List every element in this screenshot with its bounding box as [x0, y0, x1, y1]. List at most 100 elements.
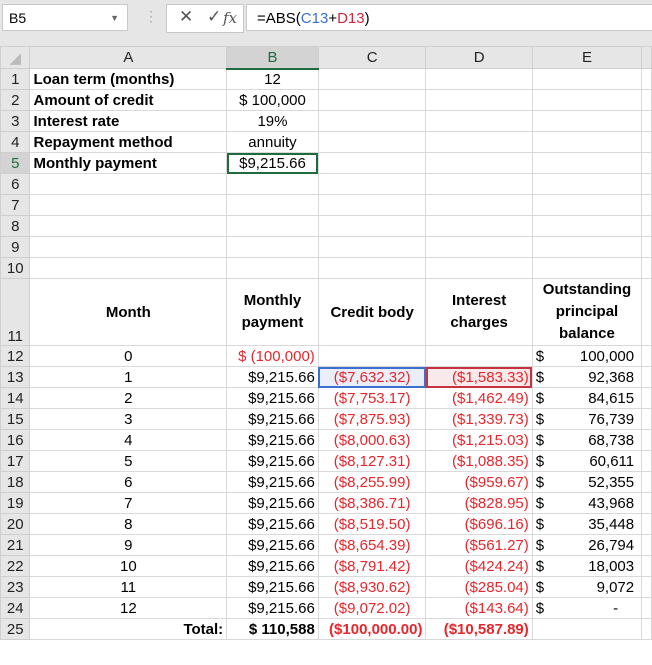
credit-body-cell[interactable]: ($9,072.02) [317, 597, 427, 619]
row-header[interactable]: 16 [0, 429, 31, 451]
header-month[interactable]: Month [29, 278, 228, 346]
cell[interactable] [317, 215, 427, 237]
column-header-f[interactable] [641, 46, 652, 69]
month-cell[interactable]: 10 [29, 555, 228, 577]
cell[interactable] [531, 215, 643, 237]
payment-cell[interactable]: $9,215.66 [226, 366, 319, 388]
name-box[interactable]: B5 ▼ [2, 4, 128, 31]
balance-cell[interactable]: $100,000 [531, 345, 643, 367]
balance-cell[interactable]: $76,739 [531, 408, 643, 430]
cell[interactable] [226, 194, 319, 216]
cell[interactable] [317, 68, 427, 90]
cell[interactable] [641, 257, 652, 279]
cell[interactable] [531, 110, 643, 132]
cell[interactable] [641, 576, 652, 598]
cell[interactable] [531, 618, 643, 640]
row-header[interactable]: 5 [0, 152, 31, 174]
cell[interactable] [29, 173, 228, 195]
balance-cell[interactable]: $26,794 [531, 534, 643, 556]
balance-cell[interactable]: $84,615 [531, 387, 643, 409]
row-header[interactable]: 12 [0, 345, 31, 367]
spreadsheet-grid[interactable]: ◢ A B C D E 1 Loan term (months) 12 2 Am… [0, 46, 652, 640]
balance-cell[interactable]: $68,738 [531, 429, 643, 451]
balance-cell[interactable]: $35,448 [531, 513, 643, 535]
cell[interactable] [641, 194, 652, 216]
header-outstanding-balance[interactable]: Outstanding principal balance [531, 278, 643, 346]
cell[interactable] [425, 152, 533, 174]
interest-cell[interactable]: ($1,339.73) [425, 408, 533, 430]
column-header-e[interactable]: E [531, 46, 643, 69]
credit-body-cell[interactable]: ($8,519.50) [317, 513, 427, 535]
credit-body-cell[interactable]: ($7,875.93) [317, 408, 427, 430]
interest-cell[interactable] [425, 345, 533, 367]
row-header[interactable]: 18 [0, 471, 31, 493]
enter-icon[interactable]: ✓ [207, 7, 221, 27]
chevron-down-icon[interactable]: ▼ [110, 5, 119, 32]
credit-body-cell[interactable]: ($8,791.42) [317, 555, 427, 577]
cell[interactable] [531, 68, 643, 90]
param-value[interactable]: 19% [226, 110, 319, 132]
payment-cell[interactable]: $9,215.66 [226, 429, 319, 451]
cell[interactable] [641, 471, 652, 493]
cell[interactable] [29, 194, 228, 216]
cell[interactable] [425, 89, 533, 111]
month-cell[interactable]: 3 [29, 408, 228, 430]
month-cell[interactable]: 11 [29, 576, 228, 598]
column-header-a[interactable]: A [29, 46, 228, 69]
column-header-d[interactable]: D [425, 46, 533, 69]
param-label[interactable]: Amount of credit [29, 89, 228, 111]
cell[interactable] [29, 215, 228, 237]
interest-cell[interactable]: ($143.64) [425, 597, 533, 619]
cell[interactable] [641, 555, 652, 577]
payment-cell[interactable]: $9,215.66 [226, 534, 319, 556]
cell[interactable] [531, 89, 643, 111]
cell[interactable] [641, 278, 652, 346]
balance-cell[interactable]: $60,611 [531, 450, 643, 472]
row-header[interactable]: 14 [0, 387, 31, 409]
row-header[interactable]: 11 [0, 278, 31, 346]
cell[interactable] [641, 215, 652, 237]
cell[interactable] [641, 534, 652, 556]
param-label[interactable]: Monthly payment [29, 152, 228, 174]
cell[interactable] [29, 257, 228, 279]
cell[interactable] [531, 152, 643, 174]
cell[interactable] [641, 492, 652, 514]
cell[interactable] [531, 236, 643, 258]
cancel-icon[interactable]: ✕ [179, 7, 193, 27]
payment-cell[interactable]: $9,215.66 [226, 513, 319, 535]
row-header[interactable]: 21 [0, 534, 31, 556]
balance-cell[interactable]: $52,355 [531, 471, 643, 493]
interest-cell[interactable]: ($1,088.35) [425, 450, 533, 472]
row-header[interactable]: 13 [0, 366, 31, 388]
param-value[interactable]: $ 100,000 [226, 89, 319, 111]
cell[interactable] [226, 215, 319, 237]
interest-cell[interactable]: ($959.67) [425, 471, 533, 493]
row-header[interactable]: 6 [0, 173, 31, 195]
param-label[interactable]: Loan term (months) [29, 68, 228, 90]
row-header[interactable]: 10 [0, 257, 31, 279]
row-header[interactable]: 22 [0, 555, 31, 577]
cell[interactable] [317, 131, 427, 153]
credit-body-cell[interactable]: ($8,654.39) [317, 534, 427, 556]
cell[interactable] [641, 89, 652, 111]
payment-cell[interactable]: $9,215.66 [226, 492, 319, 514]
row-header[interactable]: 19 [0, 492, 31, 514]
cell[interactable] [226, 257, 319, 279]
row-header[interactable]: 8 [0, 215, 31, 237]
interest-cell[interactable]: ($1,583.33) [425, 366, 533, 388]
row-header[interactable]: 24 [0, 597, 31, 619]
cell[interactable] [425, 257, 533, 279]
payment-cell[interactable]: $9,215.66 [226, 450, 319, 472]
row-header[interactable]: 20 [0, 513, 31, 535]
interest-cell[interactable]: ($828.95) [425, 492, 533, 514]
balance-cell[interactable]: $92,368 [531, 366, 643, 388]
cell[interactable] [226, 236, 319, 258]
cell[interactable] [641, 68, 652, 90]
cell[interactable] [531, 194, 643, 216]
month-cell[interactable]: 8 [29, 513, 228, 535]
interest-cell[interactable]: ($561.27) [425, 534, 533, 556]
cell[interactable] [641, 345, 652, 367]
row-header[interactable]: 3 [0, 110, 31, 132]
credit-body-cell[interactable]: ($7,632.32) [317, 366, 427, 388]
column-header-b[interactable]: B [226, 46, 319, 70]
